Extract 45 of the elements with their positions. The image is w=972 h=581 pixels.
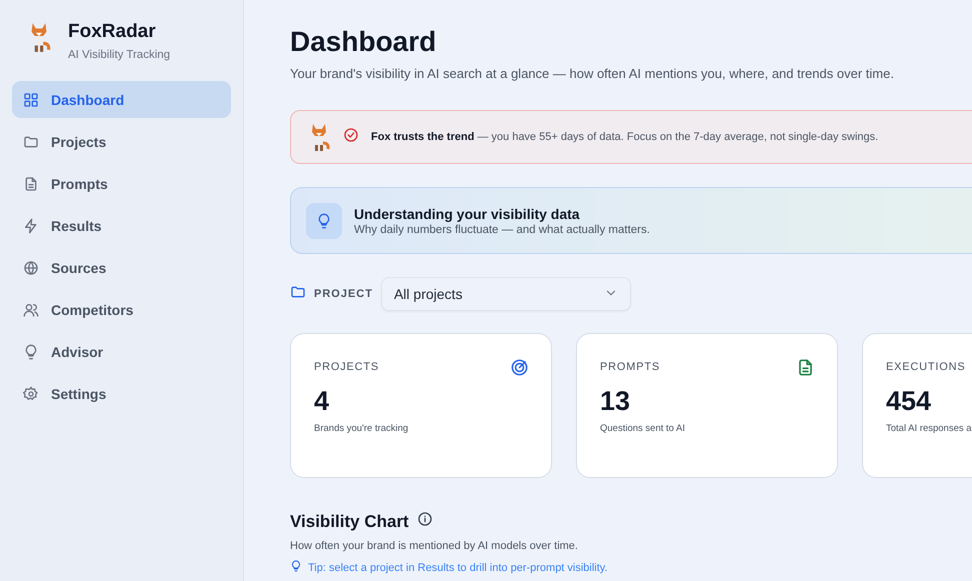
stat-value: 454	[886, 386, 932, 417]
users-icon	[23, 302, 39, 318]
stat-value: 4	[314, 386, 330, 417]
check-circle-icon	[343, 126, 359, 142]
filter-label: PROJECT	[314, 288, 373, 300]
stat-label: EXECUTIONS	[886, 361, 966, 373]
lightbulb-icon	[23, 344, 39, 360]
info-icon	[416, 511, 433, 527]
nav-item[interactable]: Dashboard	[12, 81, 231, 118]
stat-note: Brands you're tracking	[314, 423, 410, 434]
stat-note: Questions sent to AI	[600, 423, 686, 434]
stat-note: Total AI responses a	[886, 423, 972, 434]
nav-item[interactable]: Competitors	[12, 291, 231, 328]
lightning-icon	[23, 218, 39, 234]
nav-item[interactable]: Prompts	[12, 165, 231, 202]
lightbulb-icon	[290, 560, 302, 572]
trend-message: Fox trusts the trend — you have 55+ days of data. Focus on the 7-day average, not single-day swings.	[371, 131, 878, 143]
nav-item[interactable]: Projects	[12, 123, 231, 160]
grid-icon	[23, 92, 39, 108]
project-select[interactable]: All projects	[380, 277, 631, 311]
radar-icon	[510, 358, 529, 376]
lightbulb-icon	[306, 202, 342, 238]
page-title: Dashboard	[290, 26, 438, 58]
info-title: Understanding your visibility data	[354, 206, 581, 222]
nav-item[interactable]: Settings	[12, 375, 231, 412]
document-icon	[796, 358, 815, 376]
stat-value: 13	[600, 386, 632, 417]
folder-icon	[23, 134, 39, 150]
app-name: FoxRadar	[68, 21, 157, 43]
section-description: How often your brand is mentioned by AI models over time.	[290, 540, 579, 552]
folder-icon	[290, 284, 306, 300]
document-icon	[23, 176, 39, 192]
globe-icon	[23, 260, 39, 276]
info-banner[interactable]: Understanding your visibility data Why daily numbers fluctuate — and what actually matters.	[290, 187, 972, 254]
gear-icon	[23, 386, 39, 402]
stat-label: PROMPTS	[600, 361, 660, 373]
app-tagline: AI Visibility Tracking	[68, 49, 170, 61]
stat-label: PROJECTS	[314, 361, 380, 373]
nav-item[interactable]: Advisor	[12, 333, 231, 370]
info-description: Why daily numbers fluctuate — and what actually matters.	[354, 224, 650, 236]
nav-item[interactable]: Sources	[12, 249, 231, 286]
section-title: Visibility Chart	[290, 512, 409, 532]
page-subtitle: Your brand's visibility in AI search at a glance — how often AI mentions you, where, and trends over time.	[290, 66, 895, 81]
tip-text: Tip: select a project in Results to drill into per-prompt visibility.	[308, 562, 608, 574]
nav-item[interactable]: Results	[12, 207, 231, 244]
